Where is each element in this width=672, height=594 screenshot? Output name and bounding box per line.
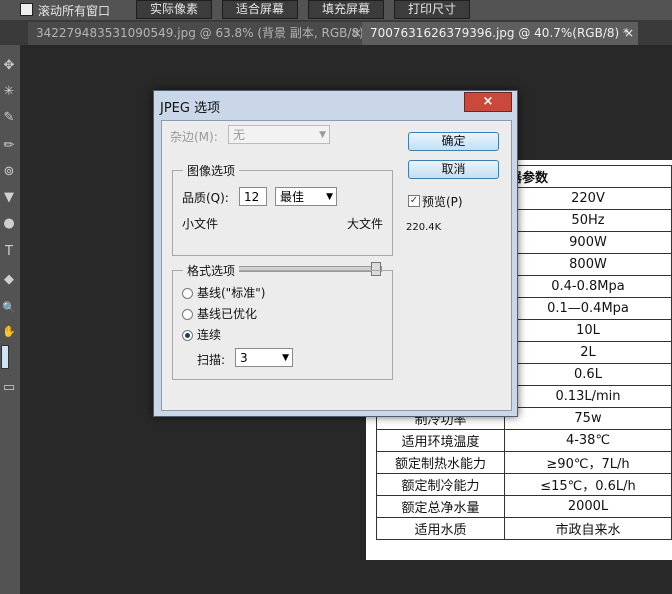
quality-input[interactable]: 12 [239, 187, 267, 206]
hand-icon[interactable]: ✋ [1, 323, 17, 341]
chevron-down-icon: ▼ [282, 353, 289, 363]
eyedropper-icon[interactable]: ✎ [1, 109, 17, 127]
screen-mode-icon[interactable]: ▭ [1, 379, 17, 397]
document-tab-bar: 342279483531090549.jpg @ 63.8% (背景 副本, R… [0, 21, 672, 63]
cancel-button[interactable]: 取消 [408, 160, 499, 179]
tab-document-1[interactable]: 342279483531090549.jpg @ 63.8% (背景 副本, R… [28, 22, 366, 63]
image-options-group: 图像选项 品质(Q): 12 最佳 ▼ 小文件 大文件 [172, 162, 393, 256]
stamp-icon[interactable]: ⊚ [1, 163, 17, 181]
baseline-optimized-label: 基线已优化 [197, 307, 258, 321]
format-options-title: 格式选项 [183, 262, 240, 279]
baseline-standard-radio[interactable] [182, 288, 193, 299]
small-file-label: 小文件 [182, 217, 219, 231]
tab-label: 7007631626379396.jpg @ 40.7%(RGB/8) * [370, 26, 630, 40]
format-options-group: 格式选项 基线("标准") 基线已优化 连续 扫描: 3 ▼ [172, 262, 393, 380]
zoom-icon[interactable]: 🔍 [1, 299, 17, 317]
preview-checkbox[interactable]: ✓ [408, 195, 420, 207]
type-tool-icon[interactable]: T [1, 243, 17, 261]
shape-tool-icon[interactable]: ◆ [1, 271, 17, 289]
dodge-icon[interactable]: ● [1, 215, 17, 233]
fill-screen-button[interactable]: 填充屏幕 [308, 0, 384, 19]
close-button[interactable]: × [464, 92, 512, 112]
brush-icon[interactable]: ✏ [1, 137, 17, 155]
table-header: 器参数 [504, 165, 672, 188]
scroll-all-windows-label: 滚动所有窗口 [38, 4, 111, 18]
quality-preset-select[interactable]: 最佳 ▼ [275, 187, 337, 206]
fit-screen-button[interactable]: 适合屏幕 [222, 0, 298, 19]
image-options-title: 图像选项 [183, 162, 240, 179]
print-size-button[interactable]: 打印尺寸 [394, 0, 470, 19]
table-row: 额定总净水量 2000L [376, 495, 672, 518]
table-row: 适用水质 市政自来水 [376, 517, 672, 540]
tab-document-2[interactable]: 7007631626379396.jpg @ 40.7%(RGB/8) * × [362, 22, 638, 45]
actual-pixels-button[interactable]: 实际像素 [136, 0, 212, 19]
close-icon[interactable]: × [352, 22, 362, 45]
jpeg-options-dialog: JPEG 选项 × 杂边(M): 无 ▼ 图像选项 品质(Q): 12 最佳 ▼ 小… [153, 90, 518, 417]
magic-wand-icon[interactable]: ✳ [1, 83, 17, 101]
scroll-all-windows-checkbox[interactable] [20, 3, 33, 16]
chevron-down-icon: ▼ [319, 130, 326, 140]
paint-bucket-icon[interactable]: ▼ [1, 189, 17, 207]
close-icon[interactable]: × [624, 22, 634, 45]
file-size-readout: 220.4K [406, 222, 442, 233]
table-row: 额定制冷能力 ≤15℃，0.6L/h [376, 473, 672, 496]
chevron-down-icon: ▼ [326, 192, 333, 202]
color-swatch[interactable] [1, 345, 9, 369]
ok-button[interactable]: 确定 [408, 132, 499, 151]
move-tool-icon[interactable]: ✥ [1, 57, 17, 75]
matte-select[interactable]: 无 ▼ [228, 125, 330, 144]
progressive-label: 连续 [197, 328, 222, 342]
matte-label: 杂边(M): [170, 130, 218, 144]
large-file-label: 大文件 [347, 217, 384, 231]
options-bar: 滚动所有窗口 实际像素 适合屏幕 填充屏幕 打印尺寸 [0, 0, 672, 21]
quality-label: 品质(Q): [182, 191, 229, 205]
progressive-radio[interactable] [182, 330, 193, 341]
dialog-body: 杂边(M): 无 ▼ 图像选项 品质(Q): 12 最佳 ▼ 小文件 大文件 格式选… [161, 120, 512, 411]
scans-label: 扫描: [197, 353, 226, 367]
baseline-standard-label: 基线("标准") [197, 286, 266, 300]
scans-select[interactable]: 3 ▼ [235, 348, 293, 367]
table-row: 额定制热水能力 ≥90℃，7L/h [376, 451, 672, 474]
tools-panel: ✥ ✳ ✎ ✏ ⊚ ▼ ● T ◆ 🔍 ✋ ▭ [0, 45, 21, 594]
preview-label: 预览(P) [422, 195, 463, 209]
baseline-optimized-radio[interactable] [182, 309, 193, 320]
table-row: 适用环境温度 4-38℃ [376, 429, 672, 452]
dialog-title: JPEG 选项 [160, 101, 221, 116]
